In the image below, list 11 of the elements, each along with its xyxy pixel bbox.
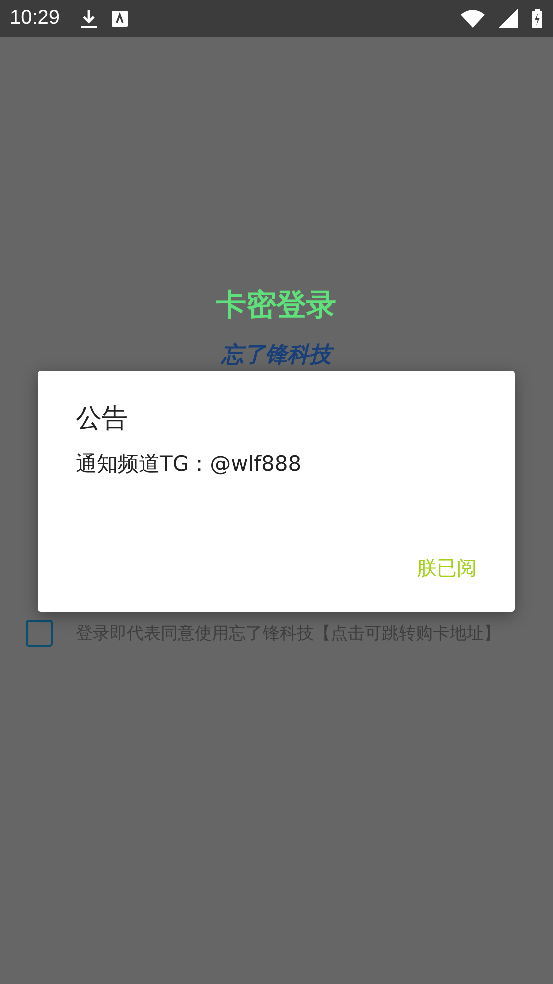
wifi-icon <box>461 8 485 28</box>
battery-icon <box>532 8 543 28</box>
agreement-checkbox[interactable] <box>26 620 53 647</box>
signal-icon <box>499 9 518 28</box>
login-title: 卡密登录 <box>216 287 336 325</box>
confirm-button[interactable]: 朕已阅 <box>417 553 477 584</box>
notification-icon <box>112 10 128 26</box>
clock: 10:29 <box>10 7 60 30</box>
download-icon <box>80 8 98 28</box>
dialog-title: 公告 <box>76 403 128 436</box>
dialog-message: 通知频道TG：@wlf888 <box>76 451 302 478</box>
